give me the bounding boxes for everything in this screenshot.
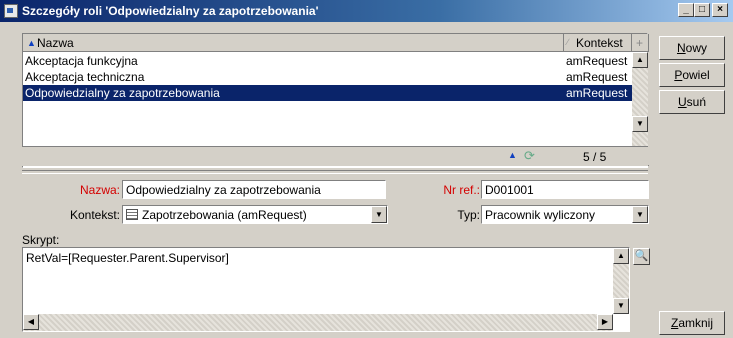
ref-number-field[interactable]: D001001 bbox=[481, 180, 649, 199]
script-scroll-right-button[interactable]: ▶ bbox=[597, 314, 613, 330]
type-value: Pracownik wyliczony bbox=[485, 208, 596, 222]
list-status-bar: ▲ ⟳ 5 / 5 bbox=[22, 146, 648, 166]
close-window-button[interactable]: × bbox=[712, 3, 728, 17]
column-chooser-button[interactable]: + bbox=[632, 34, 649, 52]
script-label: Skrypt: bbox=[22, 233, 60, 247]
script-editor[interactable]: RetVal=[Requester.Parent.Supervisor] ▲ ▼… bbox=[22, 247, 630, 332]
delete-button[interactable]: Usuń bbox=[659, 90, 725, 114]
role-details-window: Szczegóły roli 'Odpowiedzialny za zapotr… bbox=[0, 0, 733, 338]
type-select[interactable]: Pracownik wyliczony ▼ bbox=[481, 205, 649, 224]
dropdown-arrow-icon[interactable]: ▼ bbox=[371, 206, 387, 223]
close-button[interactable]: Zamknij bbox=[659, 311, 725, 335]
list-item-name: Akceptacja funkcyjna bbox=[25, 54, 138, 68]
record-counter: 5 / 5 bbox=[583, 150, 607, 164]
list-item-context: amRequest bbox=[566, 86, 628, 100]
list-item-selected[interactable]: Odpowiedzialny za zapotrzebowania amRequ… bbox=[23, 85, 632, 101]
dropdown-arrow-icon[interactable]: ▼ bbox=[632, 206, 648, 223]
title-bar[interactable]: Szczegóły roli 'Odpowiedzialny za zapotr… bbox=[0, 0, 733, 22]
context-label: Kontekst: bbox=[69, 208, 120, 222]
name-field[interactable]: Odpowiedzialny za zapotrzebowania bbox=[122, 180, 386, 199]
sort-indicator-icon: ∕ bbox=[567, 37, 569, 47]
script-vertical-scrollbar[interactable]: ▲ ▼ bbox=[613, 248, 629, 314]
column-header-context[interactable]: ∕ Kontekst bbox=[564, 34, 632, 52]
refresh-icon[interactable]: ⟳ bbox=[524, 148, 535, 164]
window-app-icon bbox=[4, 4, 18, 18]
list-item-context: amRequest bbox=[566, 54, 628, 68]
sort-up-icon[interactable]: ▲ bbox=[508, 150, 517, 160]
scroll-up-button[interactable]: ▲ bbox=[632, 52, 648, 68]
script-text: RetVal=[Requester.Parent.Supervisor] bbox=[26, 251, 229, 265]
type-label: Typ: bbox=[457, 208, 480, 222]
list-vertical-scrollbar[interactable]: ▲ ▼ bbox=[632, 52, 648, 148]
script-scroll-down-button[interactable]: ▼ bbox=[613, 298, 629, 314]
minimize-button[interactable]: _ bbox=[678, 3, 694, 17]
name-label: Nazwa: bbox=[79, 183, 120, 197]
maximize-button[interactable]: □ bbox=[694, 3, 710, 17]
column-header-name-label: Nazwa bbox=[37, 36, 74, 50]
duplicate-button[interactable]: Powiel bbox=[659, 63, 725, 87]
magnifier-icon[interactable]: 🔍 bbox=[633, 248, 650, 265]
table-icon bbox=[126, 209, 138, 220]
list-item-name: Odpowiedzialny za zapotrzebowania bbox=[25, 86, 220, 100]
script-horizontal-scrollbar[interactable]: ◀ ▶ bbox=[23, 314, 613, 331]
plus-icon: + bbox=[636, 36, 644, 50]
sort-ascending-icon: ▲ bbox=[27, 38, 36, 48]
list-item[interactable]: Akceptacja funkcyjna amRequest bbox=[23, 53, 632, 69]
script-scroll-left-button[interactable]: ◀ bbox=[23, 314, 39, 330]
context-value: Zapotrzebowania (amRequest) bbox=[142, 208, 307, 222]
scroll-down-button[interactable]: ▼ bbox=[632, 116, 648, 132]
column-header-context-label: Kontekst bbox=[576, 36, 623, 50]
script-scroll-up-button[interactable]: ▲ bbox=[613, 248, 629, 264]
new-button[interactable]: Nowy bbox=[659, 36, 725, 60]
list-item-context: amRequest bbox=[566, 70, 628, 84]
window-title: Szczegóły roli 'Odpowiedzialny za zapotr… bbox=[22, 4, 319, 18]
column-header-name[interactable]: ▲ Nazwa bbox=[23, 34, 564, 52]
divider bbox=[22, 170, 648, 174]
list-item[interactable]: Akceptacja techniczna amRequest bbox=[23, 69, 632, 85]
list-item-name: Akceptacja techniczna bbox=[25, 70, 145, 84]
ref-label: Nr ref.: bbox=[443, 183, 480, 197]
context-select[interactable]: Zapotrzebowania (amRequest) ▼ bbox=[122, 205, 388, 224]
